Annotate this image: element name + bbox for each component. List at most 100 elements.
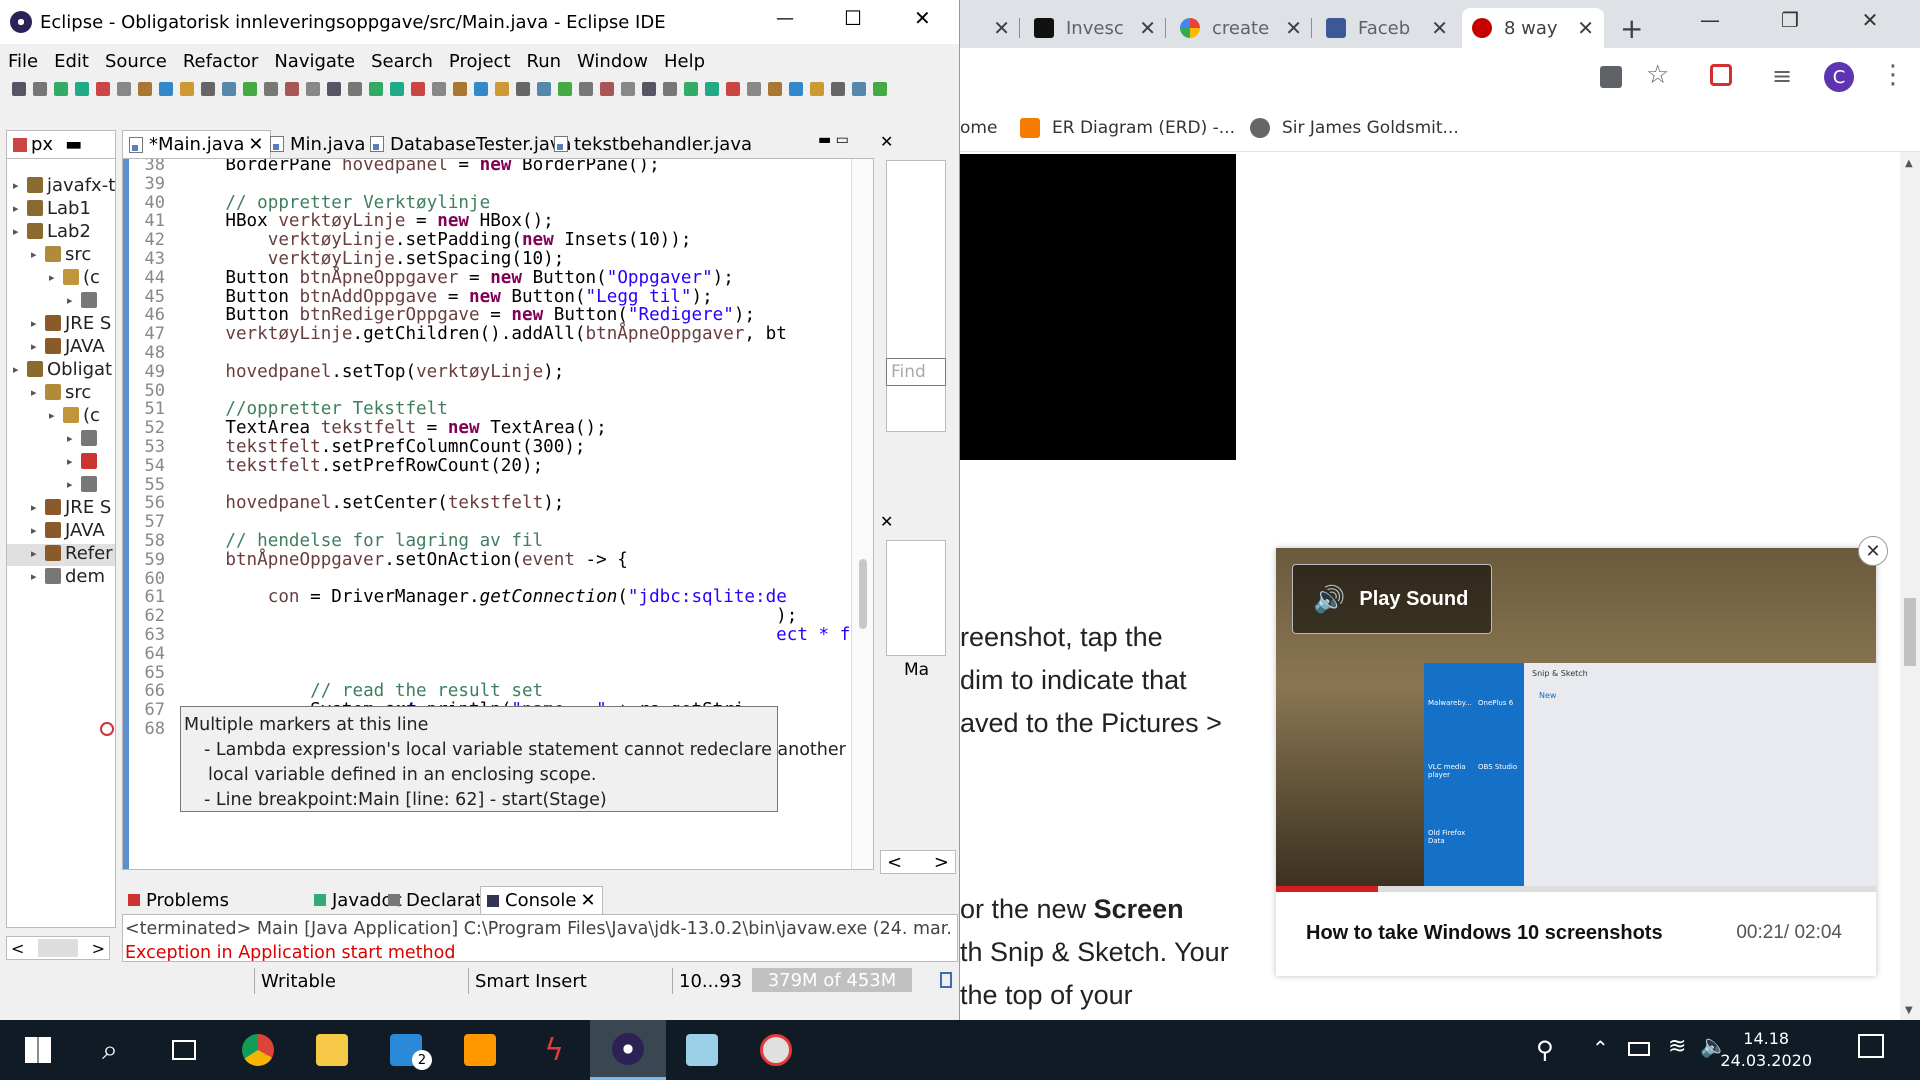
- toolbar-button-icon[interactable]: [117, 82, 131, 96]
- close-view-icon[interactable]: ✕: [880, 132, 893, 151]
- chrome-app[interactable]: [220, 1020, 296, 1080]
- expand-arrow-icon[interactable]: ▸: [31, 501, 41, 514]
- bottom-tab[interactable]: Console ✕: [480, 886, 603, 914]
- expand-arrow-icon[interactable]: ▸: [31, 248, 41, 261]
- toolbar-button-icon[interactable]: [138, 82, 152, 96]
- code-line[interactable]: );: [183, 606, 797, 626]
- editor-tab[interactable]: DatabaseTester.java: [370, 130, 572, 158]
- toolbar-button-icon[interactable]: [873, 82, 887, 96]
- toolbar-button-icon[interactable]: [747, 82, 761, 96]
- browser-tab-partial[interactable]: ✕: [960, 8, 1020, 48]
- editor-tab[interactable]: Min.java: [270, 130, 365, 158]
- outline-hscroll[interactable]: < >: [880, 850, 956, 874]
- notifications-icon[interactable]: [1858, 1034, 1884, 1058]
- toolbar-button-icon[interactable]: [684, 82, 698, 96]
- media-queue-icon[interactable]: ≡: [1772, 62, 1792, 90]
- flash-app[interactable]: ϟ: [516, 1020, 592, 1080]
- menu-navigate[interactable]: Navigate: [274, 51, 355, 72]
- browser-tab-cnet[interactable]: 8 way ✕: [1462, 8, 1604, 48]
- browser-tab-invesco[interactable]: Invesc ✕: [1024, 8, 1166, 48]
- scroll-left-icon[interactable]: <: [887, 852, 902, 873]
- code-line[interactable]: ect * f: [183, 625, 850, 645]
- expand-arrow-icon[interactable]: ▸: [13, 225, 23, 238]
- toolbar-button-icon[interactable]: [411, 82, 425, 96]
- toolbar-button-icon[interactable]: [306, 82, 320, 96]
- minimize-icon[interactable]: —: [776, 8, 794, 29]
- expand-arrow-icon[interactable]: ▸: [13, 179, 23, 192]
- line-number-gutter[interactable]: 38 39 40 41 42 43 44 45 46 47 48 49 50 51 52 53 54 55 56 57…: [123, 159, 173, 869]
- new-tab-button[interactable]: +: [1610, 8, 1650, 48]
- toolbar-button-icon[interactable]: [663, 82, 677, 96]
- toolbar-button-icon[interactable]: [495, 82, 509, 96]
- bookmark-star-icon[interactable]: ☆: [1646, 60, 1669, 90]
- expand-arrow-icon[interactable]: ▸: [67, 432, 77, 445]
- menu-refactor[interactable]: Refactor: [183, 51, 259, 72]
- toolbar-button-icon[interactable]: [642, 82, 656, 96]
- code-line[interactable]: // read the result set: [183, 681, 543, 701]
- expand-arrow-icon[interactable]: ▸: [31, 340, 41, 353]
- toolbar-button-icon[interactable]: [33, 82, 47, 96]
- toolbar-button-icon[interactable]: [180, 82, 194, 96]
- code-line[interactable]: con = DriverManager.getConnection("jdbc:…: [183, 587, 787, 607]
- expand-arrow-icon[interactable]: ▸: [49, 271, 59, 284]
- minimize-view-icon[interactable]: ▬: [65, 134, 82, 155]
- battery-icon[interactable]: [1628, 1042, 1650, 1056]
- toolbar-button-icon[interactable]: [705, 82, 719, 96]
- mail-app[interactable]: 2: [368, 1020, 444, 1080]
- file-explorer-app[interactable]: [294, 1020, 370, 1080]
- bookmark-item[interactable]: ome: [960, 118, 997, 138]
- bookmark-item[interactable]: ER Diagram (ERD) -...: [1020, 118, 1235, 138]
- code-line[interactable]: BorderPane hovedpanel = new BorderPane()…: [183, 159, 659, 175]
- close-window-icon[interactable]: ✕: [914, 6, 931, 30]
- code-line[interactable]: verktøyLinje.setSpacing(10);: [183, 249, 565, 269]
- toolbar-button-icon[interactable]: [768, 82, 782, 96]
- close-tab-icon[interactable]: ✕: [1139, 16, 1156, 40]
- close-view-icon[interactable]: ✕: [880, 512, 893, 531]
- menu-file[interactable]: File: [8, 51, 38, 72]
- browser-tab-google[interactable]: create ✕: [1170, 8, 1312, 48]
- toolbar-button-icon[interactable]: [726, 82, 740, 96]
- notepad-app[interactable]: [664, 1020, 740, 1080]
- code-line[interactable]: Button btnAddOppgave = new Button("Legg …: [183, 287, 712, 307]
- toolbar-button-icon[interactable]: [159, 82, 173, 96]
- expand-arrow-icon[interactable]: ▸: [31, 570, 41, 583]
- bookmark-item[interactable]: Sir James Goldsmit...: [1250, 118, 1459, 138]
- toolbar-button-icon[interactable]: [201, 82, 215, 96]
- toolbar-button-icon[interactable]: [453, 82, 467, 96]
- expand-arrow-icon[interactable]: ▸: [31, 386, 41, 399]
- menu-run[interactable]: Run: [527, 51, 562, 72]
- toolbar-button-icon[interactable]: [390, 82, 404, 96]
- expand-arrow-icon[interactable]: ▸: [31, 317, 41, 330]
- close-tab-icon[interactable]: ✕: [993, 16, 1010, 40]
- code-line[interactable]: TextArea tekstfelt = new TextArea();: [183, 418, 606, 438]
- tree-item[interactable]: ▸ dem: [31, 562, 105, 590]
- search-button[interactable]: ⌕: [72, 1020, 148, 1080]
- toolbar-button-icon[interactable]: [369, 82, 383, 96]
- code-line[interactable]: tekstfelt.setPrefRowCount(20);: [183, 456, 543, 476]
- editor-tab[interactable]: tekstbehandler.java: [554, 130, 752, 158]
- toolbar-button-icon[interactable]: [243, 82, 257, 96]
- toolbar-button-icon[interactable]: [54, 82, 68, 96]
- expand-arrow-icon[interactable]: ▸: [31, 524, 41, 537]
- toolbar-button-icon[interactable]: [537, 82, 551, 96]
- toolbar-button-icon[interactable]: [264, 82, 278, 96]
- toolbar-button-icon[interactable]: [558, 82, 572, 96]
- toolbar-button-icon[interactable]: [516, 82, 530, 96]
- scroll-right-icon[interactable]: >: [92, 939, 105, 958]
- paint-app[interactable]: [738, 1020, 814, 1080]
- close-tab-icon[interactable]: ✕: [248, 134, 263, 155]
- editor-scrollbar[interactable]: [851, 159, 873, 869]
- find-input[interactable]: Find: [886, 358, 946, 386]
- pocket-icon[interactable]: [1710, 64, 1732, 86]
- toolbar-button-icon[interactable]: [789, 82, 803, 96]
- toolbar-button-icon[interactable]: [327, 82, 341, 96]
- wifi-icon[interactable]: ≋: [1668, 1034, 1686, 1059]
- eclipse-app[interactable]: [590, 1020, 666, 1080]
- bottom-tab[interactable]: Problems: [122, 886, 235, 914]
- scrollbar-thumb[interactable]: [859, 559, 867, 629]
- toolbar-button-icon[interactable]: [600, 82, 614, 96]
- expand-arrow-icon[interactable]: ▸: [13, 202, 23, 215]
- expand-arrow-icon[interactable]: ▸: [31, 547, 41, 560]
- close-window-icon[interactable]: ✕: [1840, 0, 1900, 40]
- menu-help[interactable]: Help: [664, 51, 705, 72]
